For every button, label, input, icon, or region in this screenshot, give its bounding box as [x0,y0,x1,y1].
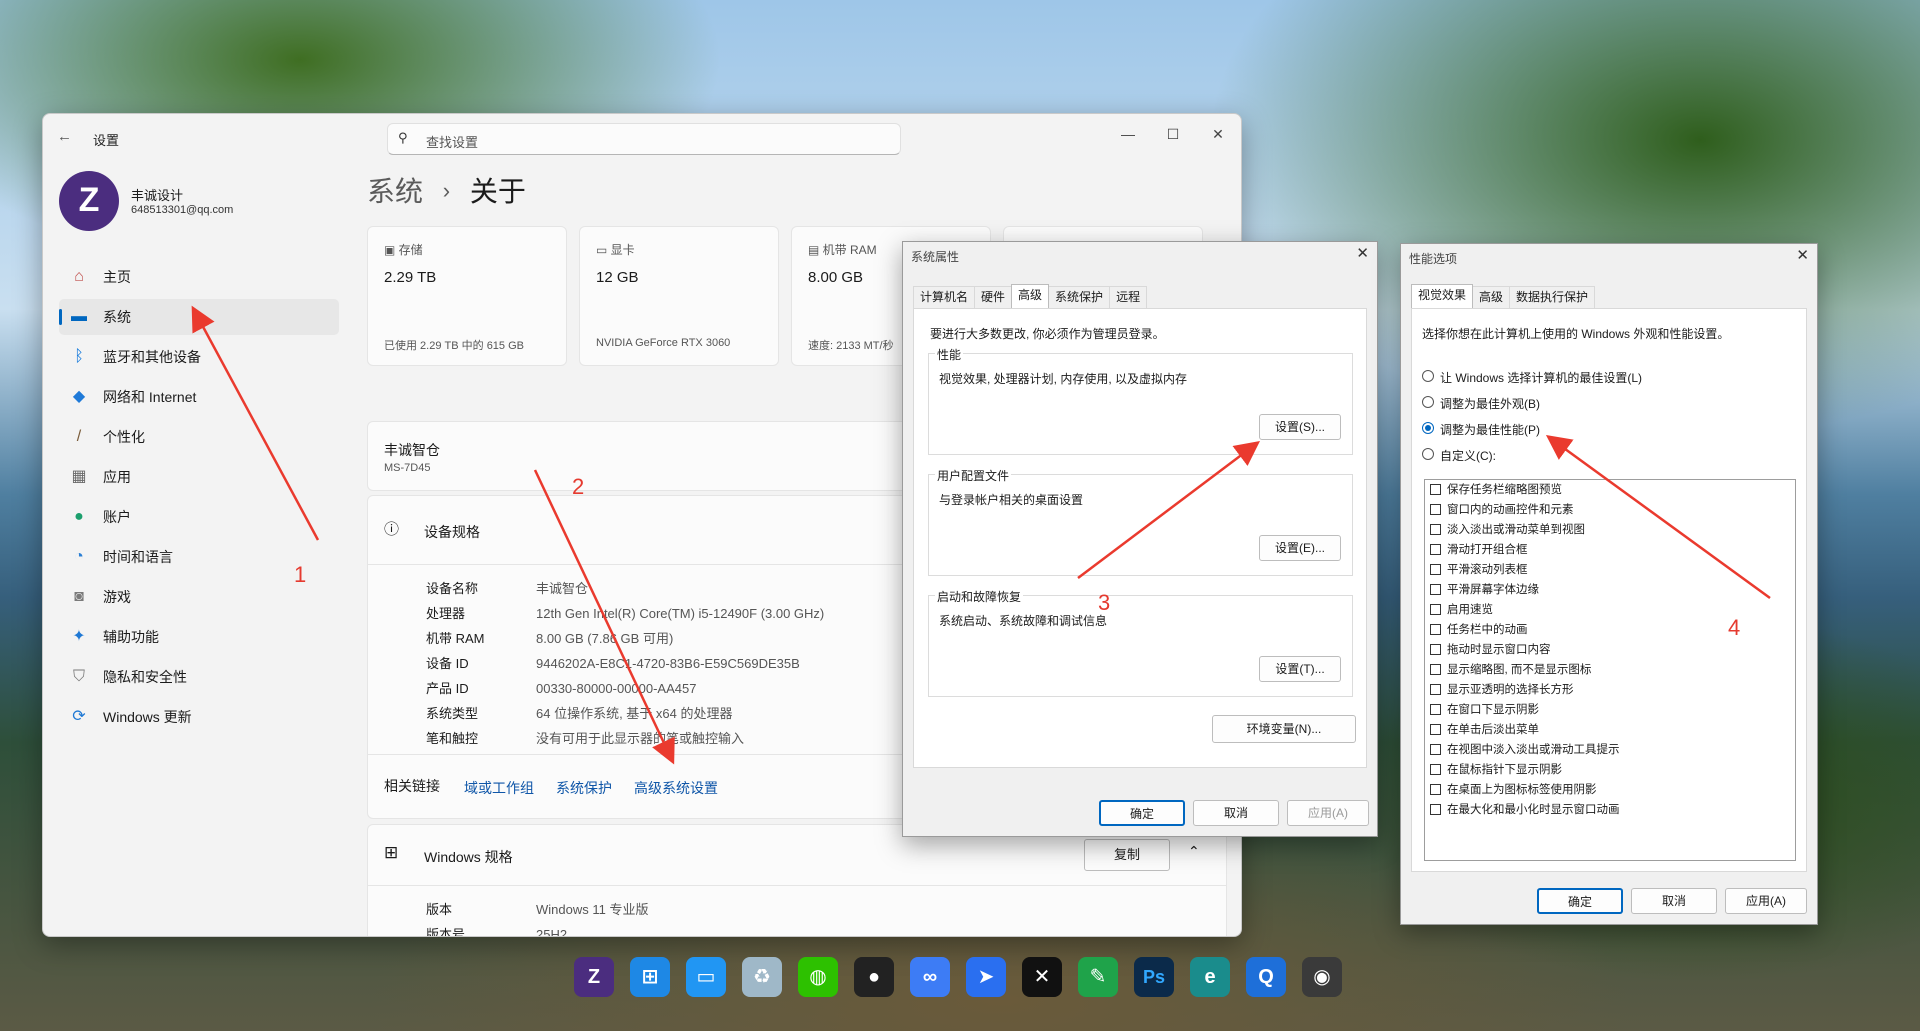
annotation-arrows [191,305,1771,765]
arrow-4 [1545,435,1771,600]
windows-start-icon[interactable]: ⊞ [630,957,670,997]
feishu-icon[interactable]: ➤ [966,957,1006,997]
arrow-1 [191,305,320,541]
arrow-2 [533,469,675,765]
qq-icon[interactable]: ● [854,957,894,997]
this-pc-icon[interactable]: ▭ [686,957,726,997]
wechat-icon[interactable]: ◍ [798,957,838,997]
taskbar: Z ⊞ ▭ ♻ ◍ ● ∞ ➤ ✕ ✎ Ps e Q ◉ [574,957,1358,1009]
annotation-number: 3 [1098,590,1111,615]
arrow-3 [1077,440,1260,579]
annotation-number: 4 [1728,615,1741,640]
photoshop-icon[interactable]: Ps [1134,957,1174,997]
recycle-bin-icon[interactable]: ♻ [742,957,782,997]
edge-icon[interactable]: e [1190,957,1230,997]
fengcheng-app-icon[interactable]: Z [574,957,614,997]
green-app-icon[interactable]: ✎ [1078,957,1118,997]
browser-icon[interactable]: Q [1246,957,1286,997]
annotation-number: 2 [572,474,585,499]
baidu-netdisk-icon[interactable]: ∞ [910,957,950,997]
capcut-icon[interactable]: ✕ [1022,957,1062,997]
annotation-number: 1 [294,562,307,587]
camera-icon[interactable]: ◉ [1302,957,1342,997]
